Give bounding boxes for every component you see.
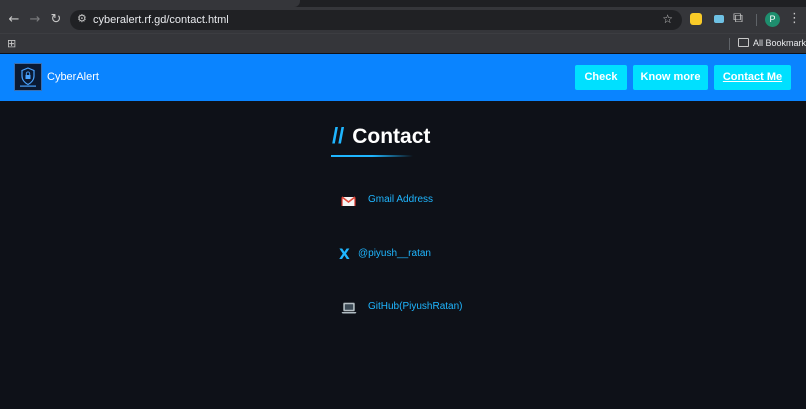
kebab-menu-icon[interactable]: ⋮ bbox=[788, 11, 801, 26]
bookmarks-bar: ⊞ All Bookmarks bbox=[0, 33, 806, 53]
cyberalert-logo[interactable] bbox=[14, 63, 42, 91]
contact-me-button[interactable]: Contact Me bbox=[714, 65, 791, 90]
contact-label-gmail[interactable]: Gmail Address bbox=[368, 194, 433, 205]
forward-arrow-icon[interactable]: → bbox=[26, 11, 44, 29]
folder-icon[interactable] bbox=[738, 38, 749, 47]
contact-label-github[interactable]: GitHub(PiyushRatan) bbox=[368, 301, 462, 312]
site-navbar: CyberAlert Check Know more Contact Me bbox=[0, 54, 806, 101]
browser-tab-strip bbox=[0, 0, 806, 7]
extension-camera-icon[interactable] bbox=[714, 15, 724, 23]
extension-icon[interactable] bbox=[690, 13, 702, 25]
laptop-icon bbox=[336, 298, 358, 318]
back-arrow-icon[interactable]: ← bbox=[5, 11, 23, 29]
browser-tab-active[interactable] bbox=[0, 0, 300, 7]
x-icon: X bbox=[339, 247, 350, 263]
tune-icon[interactable]: ⚙ bbox=[77, 12, 87, 25]
know-more-button[interactable]: Know more bbox=[633, 65, 708, 90]
gmail-icon bbox=[336, 191, 358, 211]
title-text: Contact bbox=[352, 125, 431, 148]
address-bar-url[interactable]: cyberalert.rf.gd/contact.html bbox=[93, 14, 229, 26]
address-bar[interactable]: ⚙ cyberalert.rf.gd/contact.html ☆ bbox=[70, 10, 682, 30]
reload-icon[interactable]: ↻ bbox=[47, 11, 65, 29]
profile-avatar[interactable]: P bbox=[765, 12, 780, 27]
page-title: // Contact bbox=[332, 123, 430, 149]
browser-toolbar: ← → ↻ ⚙ cyberalert.rf.gd/contact.html ☆ … bbox=[0, 7, 806, 33]
bookmarks-divider bbox=[729, 38, 730, 50]
title-slashes: // bbox=[332, 123, 345, 148]
all-bookmarks-link[interactable]: All Bookmarks bbox=[753, 38, 806, 48]
check-button[interactable]: Check bbox=[575, 65, 627, 90]
contact-label-x[interactable]: @piyush__ratan bbox=[358, 248, 431, 259]
site-brand-name[interactable]: CyberAlert bbox=[47, 71, 99, 83]
puzzle-icon[interactable]: ⧉ bbox=[733, 10, 743, 26]
apps-grid-icon[interactable]: ⊞ bbox=[7, 37, 16, 50]
title-underline bbox=[331, 155, 413, 157]
toolbar-divider bbox=[756, 14, 757, 26]
star-icon[interactable]: ☆ bbox=[662, 12, 673, 26]
